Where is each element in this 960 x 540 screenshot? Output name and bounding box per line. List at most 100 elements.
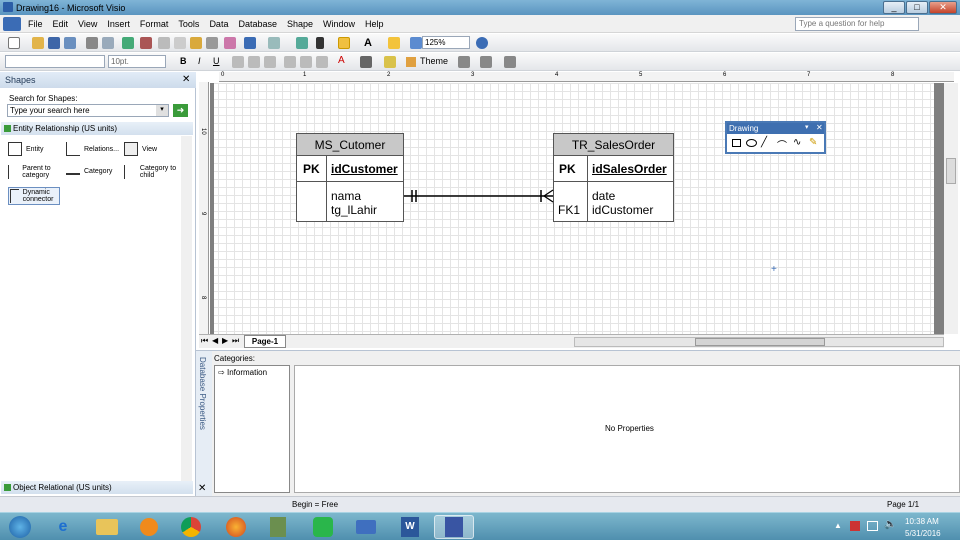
stencil-entity-relationship[interactable]: Entity Relationship (US units)	[1, 122, 193, 135]
vertical-scroll-thumb[interactable]	[946, 158, 956, 184]
drawing-options-icon[interactable]: ▾	[805, 123, 809, 131]
search-go-button[interactable]: ➜	[173, 104, 188, 117]
redo-icon[interactable]	[268, 37, 280, 49]
menu-tools[interactable]: Tools	[173, 19, 204, 29]
menu-file[interactable]: File	[23, 19, 48, 29]
align-right-icon[interactable]	[264, 56, 276, 68]
indent-icon[interactable]	[300, 56, 312, 68]
menu-insert[interactable]: Insert	[102, 19, 135, 29]
menu-help[interactable]: Help	[360, 19, 389, 29]
connector-icon[interactable]	[338, 37, 350, 49]
action-center-icon[interactable]	[850, 521, 860, 531]
pointer-tool-icon[interactable]	[316, 37, 324, 49]
save-icon[interactable]	[48, 37, 60, 49]
underline-button[interactable]: U	[213, 56, 220, 66]
shape-view[interactable]: View	[124, 142, 157, 156]
stencil-object-relational[interactable]: Object Relational (US units)	[1, 481, 193, 494]
volume-icon[interactable]: 🔈	[884, 519, 896, 530]
taskbar-line[interactable]	[303, 515, 343, 539]
copy-icon[interactable]	[174, 37, 186, 49]
arc-tool-icon[interactable]: ⌒	[777, 137, 787, 152]
category-information[interactable]: Information	[227, 368, 267, 377]
taskbar-media[interactable]	[129, 515, 169, 539]
new-icon[interactable]	[8, 37, 20, 49]
taskbar-word[interactable]: W	[390, 515, 430, 539]
maximize-button[interactable]: □	[906, 1, 928, 14]
font-name-select[interactable]	[5, 55, 105, 68]
permission-icon[interactable]	[64, 37, 76, 49]
print-icon[interactable]	[86, 37, 98, 49]
next-page-icon[interactable]: ▶	[222, 336, 228, 345]
tab-page-1[interactable]: Page-1	[244, 335, 286, 348]
menu-data[interactable]: Data	[204, 19, 233, 29]
research-icon[interactable]	[140, 37, 152, 49]
entity-ms-customer[interactable]: MS_Cutomer PK idCustomer nama tg_lLahir	[296, 133, 404, 222]
shape-parent-to-category[interactable]: Parent to category	[8, 165, 63, 179]
shape-relationship[interactable]: Relations...	[66, 142, 119, 156]
font-size-select[interactable]: 10pt.	[108, 55, 166, 68]
shape-dynamic-connector[interactable]: Dynamic connector	[8, 187, 60, 205]
start-button[interactable]	[2, 515, 38, 539]
taskbar-ie[interactable]: e	[43, 515, 83, 539]
minimize-button[interactable]: _	[883, 1, 905, 14]
theme-button[interactable]: Theme	[420, 56, 448, 66]
menu-database[interactable]: Database	[233, 19, 282, 29]
taskbar-firefox[interactable]	[216, 515, 256, 539]
clock-date[interactable]: 5/31/2016	[905, 529, 941, 538]
panel-scrollbar[interactable]	[181, 136, 192, 481]
search-dropdown-icon[interactable]: ▾	[156, 105, 168, 116]
close-button[interactable]: ✕	[929, 1, 957, 14]
connector-tool-icon[interactable]	[296, 37, 308, 49]
menu-edit[interactable]: Edit	[48, 19, 74, 29]
taskbar-chrome[interactable]	[171, 515, 211, 539]
menu-view[interactable]: View	[73, 19, 102, 29]
clock-time[interactable]: 10:38 AM	[905, 517, 939, 526]
last-page-icon[interactable]: ⏭	[232, 336, 239, 346]
font-color-icon[interactable]: A	[338, 55, 345, 66]
pan-zoom-icon[interactable]	[410, 37, 422, 49]
relationship-connector[interactable]	[404, 188, 554, 204]
line-ends-icon[interactable]	[504, 56, 516, 68]
help-icon[interactable]	[476, 37, 488, 49]
shape-category-to-child[interactable]: Category to child	[124, 165, 184, 179]
help-search-input[interactable]: Type a question for help	[795, 17, 919, 31]
align-left-icon[interactable]	[232, 56, 244, 68]
italic-button[interactable]: I	[198, 56, 201, 66]
network-icon[interactable]	[867, 521, 878, 531]
categories-list[interactable]: ⇨ Information	[214, 365, 290, 493]
open-icon[interactable]	[32, 37, 44, 49]
bold-button[interactable]: B	[180, 56, 187, 66]
line-color-icon[interactable]	[388, 37, 400, 49]
zoom-select[interactable]: 125%	[422, 36, 470, 49]
search-shapes-input[interactable]: Type your search here	[7, 104, 169, 117]
print-preview-icon[interactable]	[102, 37, 114, 49]
line-weight-icon[interactable]	[458, 56, 470, 68]
spelling-icon[interactable]	[122, 37, 134, 49]
close-shapes-icon[interactable]: ✕	[182, 74, 190, 85]
menu-format[interactable]: Format	[135, 19, 174, 29]
rectangle-tool-icon[interactable]	[732, 139, 741, 147]
vertical-scrollbar[interactable]	[944, 83, 958, 334]
first-page-icon[interactable]: ⏮	[201, 336, 208, 346]
drawing-close-icon[interactable]: ✕	[816, 123, 823, 132]
menu-window[interactable]: Window	[318, 19, 360, 29]
taskbar-app[interactable]	[346, 515, 386, 539]
delete-icon[interactable]	[206, 37, 218, 49]
taskbar-visio[interactable]	[434, 515, 474, 539]
freeform-tool-icon[interactable]: ∿	[793, 137, 801, 148]
database-properties-tab[interactable]: Database Properties	[196, 351, 212, 497]
line-tool-icon[interactable]: ╱	[761, 137, 767, 148]
shape-category[interactable]: Category	[66, 167, 112, 175]
horizontal-scroll-thumb[interactable]	[695, 338, 825, 346]
ellipse-tool-icon[interactable]	[746, 139, 757, 147]
horizontal-scrollbar[interactable]	[574, 337, 944, 347]
show-hidden-icons[interactable]: ▲	[834, 521, 842, 530]
format-painter-icon[interactable]	[224, 37, 236, 49]
outdent-icon[interactable]	[316, 56, 328, 68]
visio-app-icon[interactable]	[3, 2, 13, 12]
prev-page-icon[interactable]: ◀	[212, 336, 218, 345]
taskbar-explorer[interactable]	[87, 515, 127, 539]
undo-icon[interactable]	[244, 37, 256, 49]
paste-icon[interactable]	[190, 37, 202, 49]
shape-entity[interactable]: Entity	[8, 142, 44, 156]
